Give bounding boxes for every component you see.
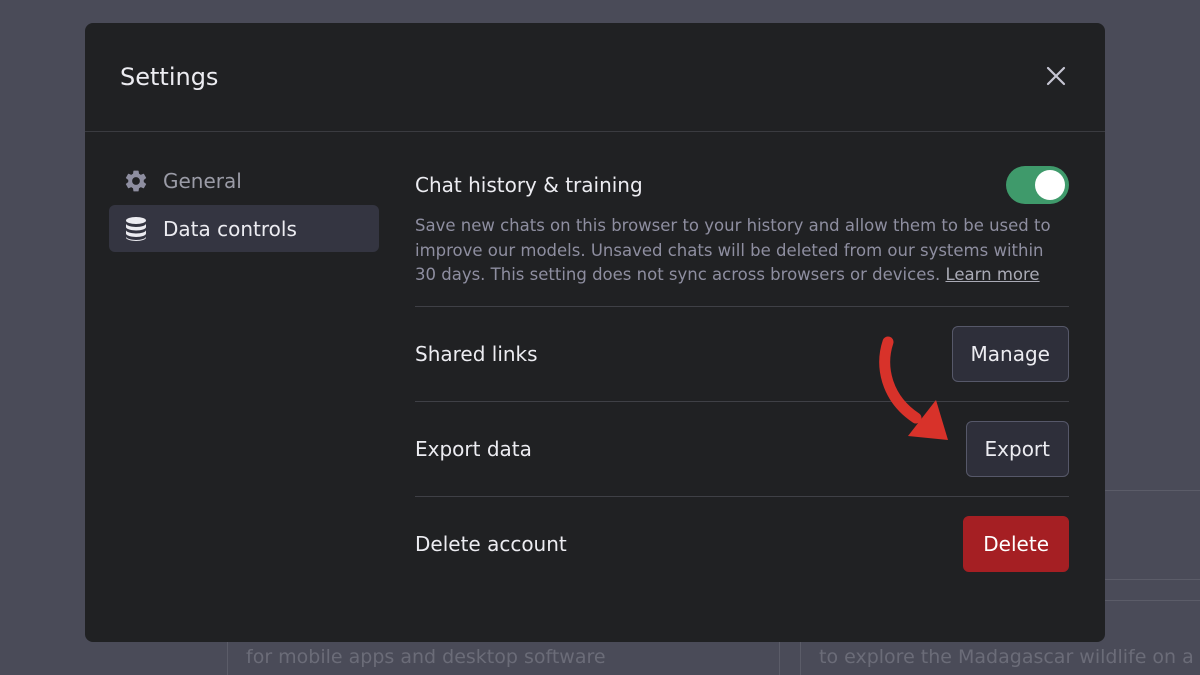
learn-more-link[interactable]: Learn more <box>945 265 1039 284</box>
delete-account-row: Delete account Delete <box>415 497 1069 592</box>
data-controls-panel: Chat history & training Save new chats o… <box>415 155 1069 592</box>
modal-header: Settings <box>85 23 1105 132</box>
sidebar-item-label: General <box>163 168 242 193</box>
toggle-knob <box>1035 170 1065 200</box>
chat-history-description: Save new chats on this browser to your h… <box>415 214 1055 288</box>
background-text-right: to explore the Madagascar wildlife on a … <box>819 646 1200 668</box>
sidebar-item-general[interactable]: General <box>109 157 379 204</box>
sidebar-item-data-controls[interactable]: Data controls <box>109 205 379 252</box>
manage-button[interactable]: Manage <box>951 325 1069 382</box>
annotation-arrow-icon <box>879 336 948 440</box>
sidebar-item-label: Data controls <box>163 216 297 241</box>
shared-links-row: Shared links Manage <box>415 307 1069 402</box>
export-data-row: Export data Export <box>415 402 1069 497</box>
database-icon <box>123 216 149 242</box>
export-button[interactable]: Export <box>965 420 1069 477</box>
export-data-label: Export data <box>415 436 532 461</box>
chat-history-toggle[interactable] <box>1006 166 1069 204</box>
shared-links-label: Shared links <box>415 341 538 366</box>
modal-title: Settings <box>120 63 219 91</box>
chat-history-section: Chat history & training Save new chats o… <box>415 155 1069 307</box>
background-card-right-upper <box>1100 490 1200 580</box>
close-icon <box>1046 66 1066 86</box>
delete-account-label: Delete account <box>415 532 567 556</box>
chat-history-label: Chat history & training <box>415 173 643 197</box>
close-button[interactable] <box>1043 63 1069 89</box>
settings-sidebar: General Data controls <box>109 157 379 253</box>
settings-modal: Settings General Data controls Chat hist… <box>85 23 1105 642</box>
background-text-left: for mobile apps and desktop software <box>246 646 606 668</box>
delete-button[interactable]: Delete <box>963 516 1069 572</box>
gear-icon <box>123 168 149 194</box>
